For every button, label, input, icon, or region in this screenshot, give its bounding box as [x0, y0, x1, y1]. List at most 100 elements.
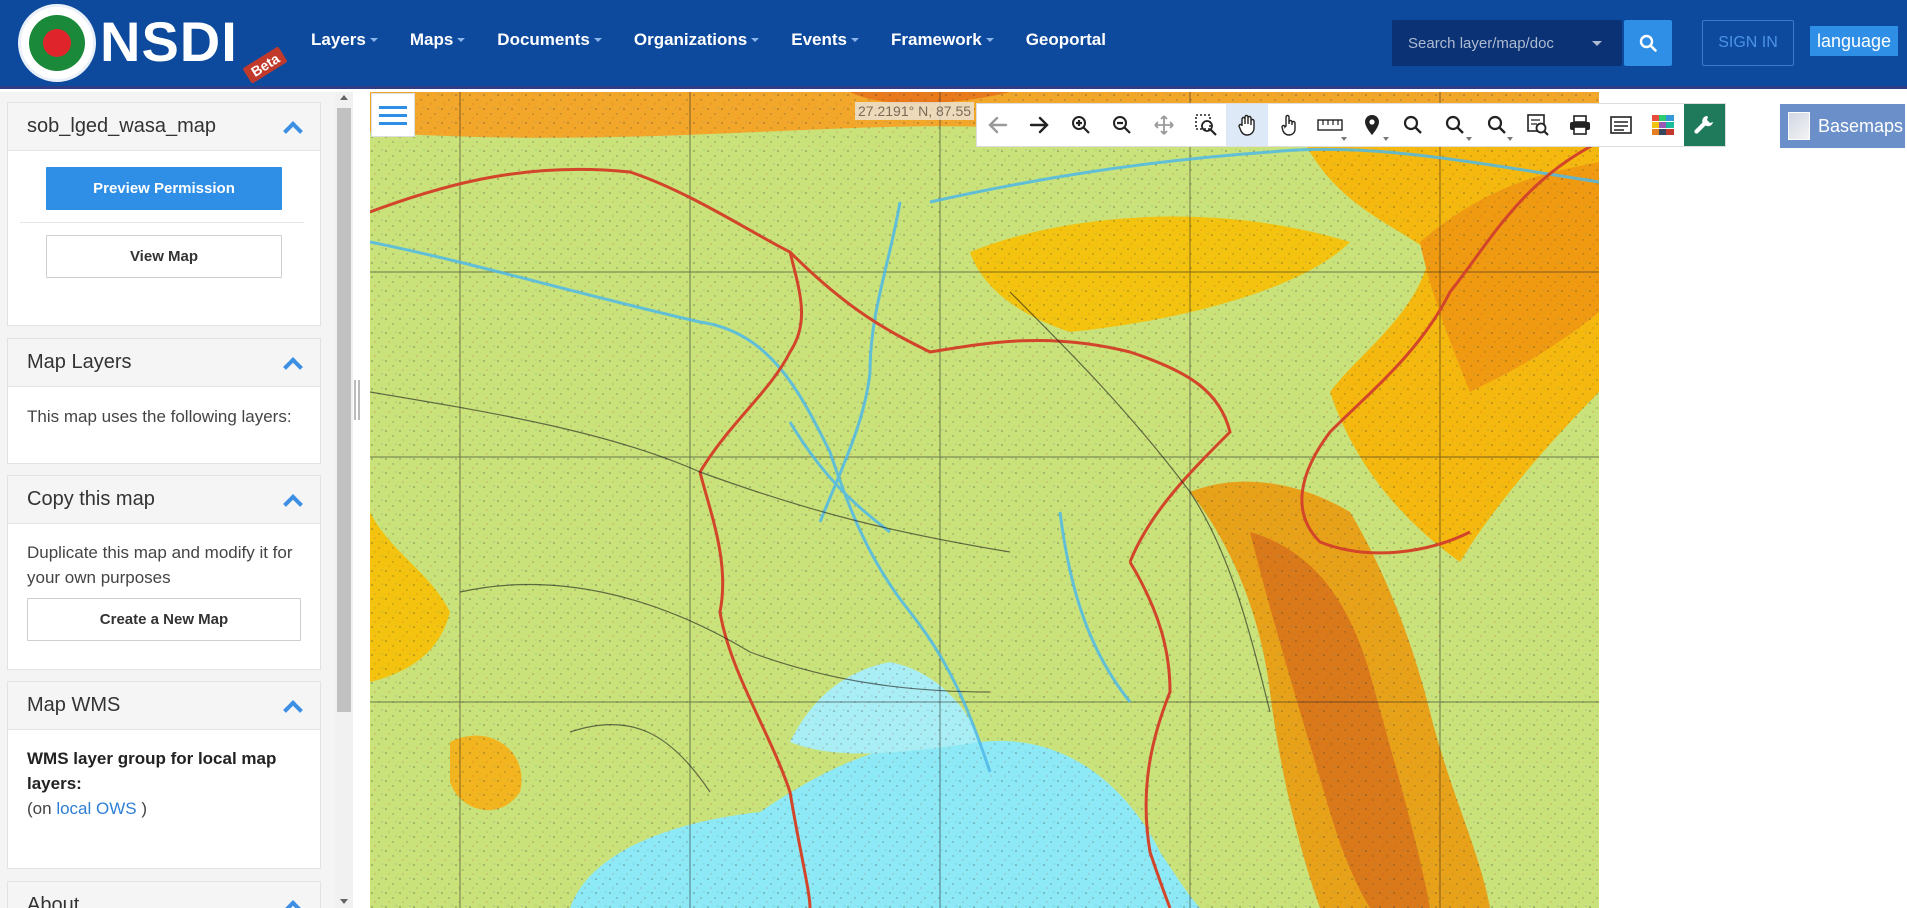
about-header[interactable]: About [8, 882, 320, 908]
chevron-up-icon[interactable] [283, 699, 303, 720]
color-grid-icon[interactable] [1642, 104, 1684, 146]
map-canvas[interactable] [370, 92, 1599, 908]
language-button[interactable]: language [1810, 26, 1898, 56]
basemap-thumbnail-icon [1788, 112, 1810, 140]
create-new-map-button[interactable]: Create a New Map [27, 598, 301, 641]
zoom-out-icon[interactable] [1102, 104, 1144, 146]
search-box [1392, 20, 1622, 66]
search-icon[interactable] [1393, 104, 1435, 146]
back-arrow-icon[interactable] [977, 104, 1019, 146]
scroll-down-arrow-icon[interactable] [340, 899, 348, 904]
local-ows-link[interactable]: local OWS [56, 799, 136, 818]
basemaps-button[interactable]: Basemaps [1780, 104, 1905, 148]
map-title: sob_lged_wasa_map [27, 115, 217, 137]
nav-events[interactable]: Events [791, 30, 859, 50]
chevron-down-icon [593, 38, 602, 42]
legend-icon[interactable] [1600, 104, 1642, 146]
sign-in-button[interactable]: SIGN IN [1702, 20, 1794, 66]
coordinate-readout: 27.2191° N, 87.55 [855, 102, 975, 120]
nav-maps[interactable]: Maps [409, 30, 466, 50]
view-map-button[interactable]: View Map [46, 235, 282, 278]
zoom-in-icon[interactable] [1060, 104, 1102, 146]
chevron-down-icon [369, 38, 378, 42]
zoom-extent-icon[interactable] [1517, 104, 1559, 146]
copy-map-panel: Copy this map Duplicate this map and mod… [7, 475, 321, 670]
wms-heading: WMS layer group for local map layers: [27, 749, 277, 793]
hamburger-line [379, 113, 407, 117]
scroll-thumb[interactable] [337, 108, 351, 712]
scroll-up-arrow-icon[interactable] [340, 95, 348, 100]
map-info-header[interactable]: sob_lged_wasa_map [8, 103, 320, 151]
search-dropdown-icon[interactable] [1592, 40, 1602, 46]
map-layers-panel: Map Layers This map uses the following l… [7, 338, 321, 464]
map-wms-body: WMS layer group for local map layers: (o… [8, 730, 320, 837]
copy-map-title: Copy this map [27, 488, 155, 510]
about-title: About [27, 894, 80, 908]
hamburger-line [379, 121, 407, 125]
beta-badge: Beta [242, 46, 288, 84]
search-options-icon[interactable] [1476, 104, 1518, 146]
map-menu-button[interactable] [371, 93, 415, 137]
logo-text: NSDI [100, 10, 238, 73]
nav-layers[interactable]: Layers [311, 30, 378, 50]
measure-ruler-icon[interactable] [1310, 104, 1352, 146]
chevron-up-icon[interactable] [283, 899, 303, 908]
zoom-box-icon[interactable] [1185, 104, 1227, 146]
top-navbar: NSDI Beta Layers Maps Documents Organiza… [0, 0, 1907, 89]
pan-icon[interactable] [1143, 104, 1185, 146]
nav-documents-label: Documents [497, 30, 590, 49]
copy-map-text: Duplicate this map and modify it for you… [27, 543, 293, 587]
topographic-map-image [370, 92, 1599, 908]
search-button[interactable] [1624, 20, 1672, 66]
panel-resize-handle[interactable] [354, 380, 362, 420]
nav-geoportal[interactable]: Geoportal [1026, 30, 1106, 50]
location-pin-icon[interactable] [1351, 104, 1393, 146]
sidebar: sob_lged_wasa_map Preview Permission Vie… [0, 92, 335, 908]
map-wms-header[interactable]: Map WMS [8, 682, 320, 730]
nav-maps-label: Maps [409, 30, 454, 49]
sidebar-scrollbar[interactable] [335, 92, 353, 908]
chevron-down-icon [457, 38, 466, 42]
search-dropdown-icon[interactable] [1434, 104, 1476, 146]
forward-arrow-icon[interactable] [1019, 104, 1061, 146]
map-layers-header[interactable]: Map Layers [8, 339, 320, 387]
wms-local-ows-line: (on local OWS ) [27, 796, 301, 821]
divider [20, 222, 304, 223]
map-layers-title: Map Layers [27, 351, 132, 373]
main-nav: Layers Maps Documents Organizations Even… [311, 30, 1138, 50]
chevron-down-icon [850, 38, 859, 42]
chevron-up-icon[interactable] [283, 356, 303, 377]
nsdi-logo[interactable]: NSDI Beta [18, 4, 288, 84]
wms-prefix: (on [27, 799, 52, 818]
copy-map-body: Duplicate this map and modify it for you… [8, 524, 320, 657]
drag-hand-icon[interactable] [1226, 104, 1268, 146]
map-wms-panel: Map WMS WMS layer group for local map la… [7, 681, 321, 869]
nav-layers-label: Layers [311, 30, 366, 49]
nav-events-label: Events [791, 30, 847, 49]
nav-framework-label: Framework [890, 30, 982, 49]
chevron-up-icon[interactable] [283, 120, 303, 141]
search-icon [1639, 34, 1657, 52]
map-layers-text: This map uses the following layers: [27, 407, 292, 426]
government-seal-icon [18, 4, 96, 82]
nav-organizations[interactable]: Organizations [633, 30, 760, 50]
copy-map-header[interactable]: Copy this map [8, 476, 320, 524]
nav-framework[interactable]: Framework [891, 30, 994, 50]
print-icon[interactable] [1559, 104, 1601, 146]
chevron-down-icon [751, 38, 760, 42]
chevron-down-icon [985, 38, 994, 42]
search-input[interactable] [1392, 20, 1592, 66]
about-panel: About [7, 881, 321, 908]
nav-organizations-label: Organizations [633, 30, 748, 49]
pointer-hand-icon[interactable] [1268, 104, 1310, 146]
map-info-panel: sob_lged_wasa_map Preview Permission Vie… [7, 102, 321, 326]
map-wms-title: Map WMS [27, 694, 121, 716]
nav-documents[interactable]: Documents [497, 30, 602, 50]
hamburger-line [379, 105, 407, 109]
basemaps-label: Basemaps [1818, 115, 1904, 136]
nav-geoportal-label: Geoportal [1025, 30, 1106, 49]
preview-permission-button[interactable]: Preview Permission [46, 167, 282, 210]
chevron-up-icon[interactable] [283, 493, 303, 514]
wms-suffix: ) [141, 799, 148, 818]
wrench-icon[interactable] [1683, 104, 1726, 146]
